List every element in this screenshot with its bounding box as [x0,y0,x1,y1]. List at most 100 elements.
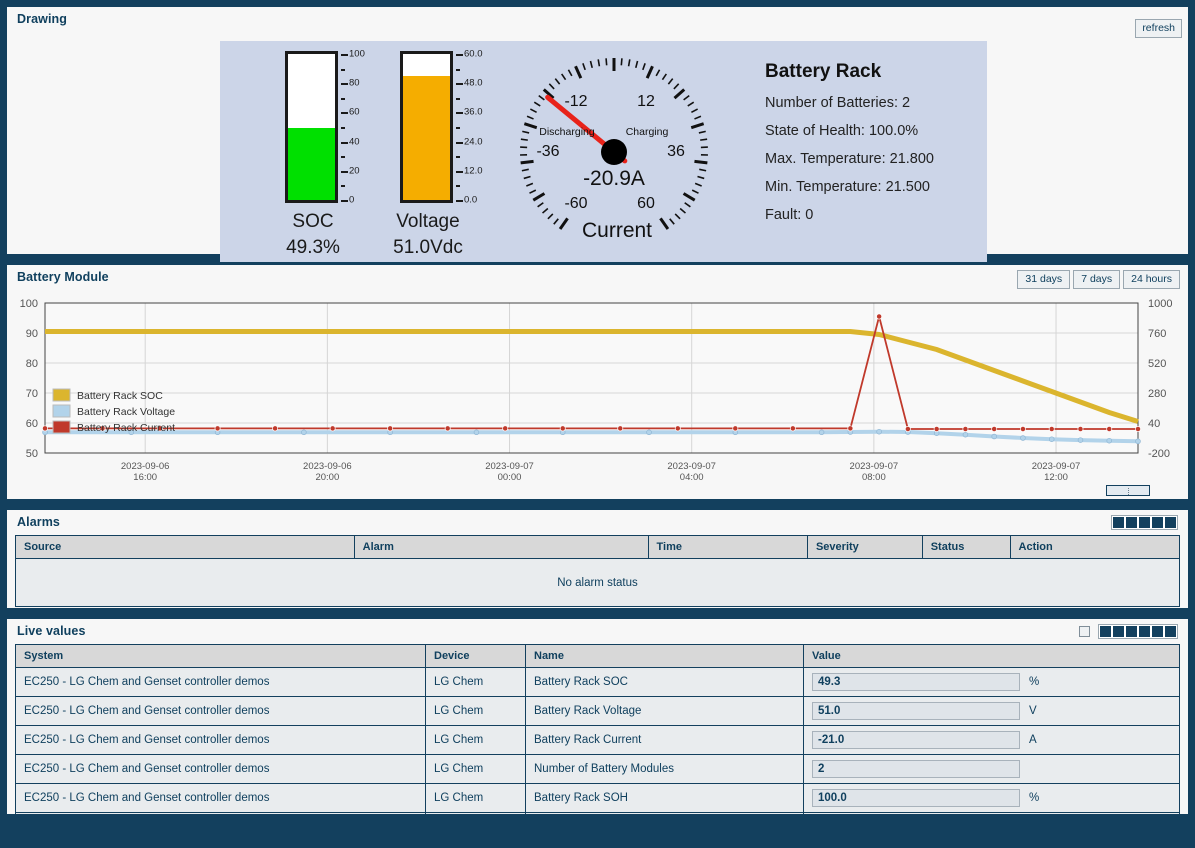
value-field[interactable]: 2 [812,760,1020,778]
voltage-value: 51.0Vdc [393,236,463,258]
gauge-discharging-label: Discharging [539,126,595,138]
scale-tick-label: 20 [349,165,360,177]
alarms-column-header[interactable]: Alarm [353,535,649,559]
chart-right-axis-label: 40 [1148,418,1160,430]
gauge-current-caption: Current [581,219,653,242]
live-values-cell-device: LG Chem [425,783,526,813]
legend-label: Battery Rack SOC [77,390,163,402]
alarms-column-header[interactable]: Time [647,535,808,559]
scale-tick [341,200,348,202]
scale-tick-label: 80 [349,77,360,89]
gauge-tick [683,95,690,101]
dashboard-page: Drawing refresh 100 80 60 40 20 0 SOC 49.3% 6… [0,0,1195,848]
chart-range-button-0[interactable]: 31 days [1017,270,1071,289]
gauge-tick [673,83,680,90]
table-row[interactable]: EC250 - LG Chem and Genset controller de… [15,667,1180,697]
chart-x-axis-label: 04:00 [680,472,704,483]
chart-point [789,425,796,432]
chart-x-axis-label: 16:00 [133,472,157,483]
table-row[interactable]: EC250 - LG Chem and Genset controller de… [15,812,1180,814]
chart-point [1077,437,1084,443]
chart-range-button-1[interactable]: 7 days [1073,270,1121,289]
scale-tick [341,97,345,100]
gauge-tick [532,192,546,202]
chart-x-axis-label: 00:00 [498,472,522,483]
live-values-cell-device: LG Chem [425,696,526,726]
live-values-column-header[interactable]: Name [525,644,804,668]
gauge-tick [574,65,583,79]
alarms-table-header-row: Source Alarm Time Severity Status Action [15,535,1181,559]
gauge-tick [645,65,654,79]
live-values-checkbox[interactable] [1079,626,1090,637]
loader-block [1139,626,1150,637]
live-values-column-header[interactable]: System [15,644,426,668]
drawing-panel-title: Drawing [17,12,68,26]
live-values-column-header[interactable]: Device [425,644,526,668]
chart-right-axis-label: 1000 [1148,298,1172,310]
alarms-column-header[interactable]: Source [15,535,355,559]
alarms-column-header[interactable]: Action [1009,535,1181,559]
chart-horizontal-scrollbar[interactable] [1106,485,1150,496]
soc-bar-body [285,51,338,203]
scale-tick [456,127,460,129]
table-row[interactable]: EC250 - LG Chem and Genset controller de… [15,754,1180,784]
gauge-tick [582,63,586,71]
scale-tick [456,54,463,56]
gauge-tick [523,175,531,180]
rack-state-of-health: State of Health: 100.0% [765,123,919,139]
scale-tick [341,170,348,173]
value-field[interactable]: 51.0 [812,702,1020,720]
alarms-column-header[interactable]: Status [921,535,1011,559]
soc-bar-scale: 100 80 60 40 20 0 [341,49,387,206]
chart-point [904,426,911,432]
loader-block [1139,517,1150,528]
table-row[interactable]: EC250 - LG Chem and Genset controller de… [15,696,1180,726]
battery-module-chart: 100 1000 90 760 80 520 70 280 60 40 50 -200 2023-09-… [7,293,1195,498]
chart-point [444,425,451,432]
voltage-bar-body [400,51,453,203]
scale-tick-label: 12.0 [464,165,483,177]
voltage-caption: Voltage 51.0Vdc [378,209,478,260]
refresh-button[interactable]: refresh [1135,19,1182,38]
value-field[interactable]: 100.0 [812,789,1020,807]
alarms-column-header[interactable]: Severity [806,535,923,559]
chart-right-axis-label: 520 [1148,358,1166,370]
live-values-cell-name: Number of Battery Modules [525,754,804,784]
chart-point [876,313,883,320]
value-field[interactable]: 49.3 [812,673,1020,691]
chart-point [272,425,279,432]
live-values-loading-indicator [1098,624,1178,639]
chart-point [1077,426,1084,432]
chart-x-axis-label: 2023-09-06 [303,461,352,472]
live-values-cell-system: EC250 - LG Chem and Genset controller de… [15,754,426,784]
alarms-empty-row: No alarm status [15,558,1180,607]
live-values-cell-device: LG Chem [425,725,526,755]
table-row[interactable]: EC250 - LG Chem and Genset controller de… [15,725,1180,755]
loader-block [1152,517,1163,528]
chart-point [473,429,480,436]
live-values-cell-value: 51.0 V [803,696,1180,726]
alarms-table: Source Alarm Time Severity Status Action No a… [15,535,1181,607]
chart-range-button-2[interactable]: 24 hours [1123,270,1180,289]
alarms-loading-indicator [1111,515,1178,530]
gauge-label-pos60: 60 [637,195,655,212]
chart-left-axis-label: 60 [26,418,38,430]
scale-tick [456,200,463,202]
live-values-cell-system: EC250 - LG Chem and Genset controller de… [15,812,426,814]
scale-tick-label: 24.0 [464,136,483,148]
live-values-cell-system: EC250 - LG Chem and Genset controller de… [15,667,426,697]
scale-tick-label: 0.0 [464,194,478,206]
live-values-cell-name: Battery Rack Max. Temperature [525,812,804,814]
chart-point [991,426,998,432]
value-field[interactable]: -21.0 [812,731,1020,749]
live-values-cell-value: 100.0% [803,783,1180,813]
gauge-tick [697,175,705,180]
table-row[interactable]: EC250 - LG Chem and Genset controller de… [15,783,1180,813]
alarms-panel-title: Alarms [17,515,60,529]
live-values-column-header[interactable]: Value [803,644,1180,668]
chart-x-axis-label: 2023-09-06 [121,461,170,472]
battery-module-panel: Battery Module 31 days 7 days 24 hours 100… [4,262,1191,502]
rack-fault: Fault: 0 [765,207,814,223]
drawing-panel: Drawing refresh 100 80 60 40 20 0 SOC 49.3% 6… [4,4,1191,263]
gauge-current-value: -20.9A [583,167,645,190]
